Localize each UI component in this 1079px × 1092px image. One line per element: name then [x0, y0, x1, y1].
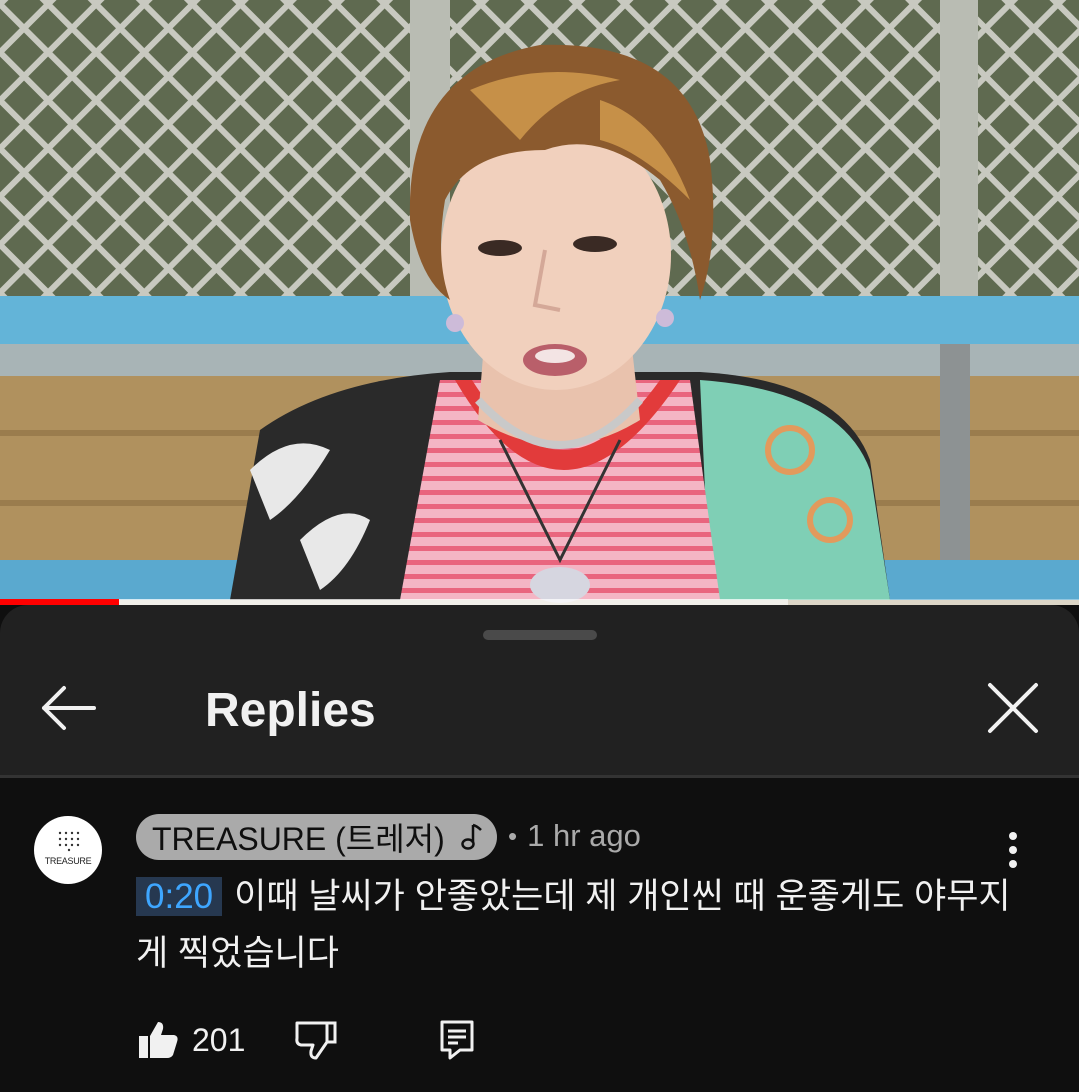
- thumbs-down-icon: [295, 1021, 337, 1060]
- like-button[interactable]: [136, 1018, 180, 1062]
- dislike-button[interactable]: [294, 1018, 338, 1062]
- author-chip[interactable]: TREASURE (트레저): [136, 814, 497, 860]
- reply-button[interactable]: [438, 1018, 476, 1062]
- more-options-button[interactable]: [996, 828, 1030, 872]
- avatar[interactable]: TREASURE: [34, 816, 102, 884]
- comment-icon: [440, 1020, 474, 1060]
- music-note-icon: [461, 823, 482, 850]
- avatar-label: TREASURE: [44, 856, 92, 866]
- close-button[interactable]: [982, 677, 1044, 739]
- drag-handle[interactable]: [483, 630, 597, 640]
- video-frame: [0, 0, 1079, 603]
- replies-panel: Replies TREASURE TREASURE (트레저) • 1 hr a…: [0, 605, 1079, 1092]
- treasure-logo-icon: [58, 831, 80, 852]
- replies-header: Replies: [0, 655, 1079, 775]
- comment-time: 1 hr ago: [527, 818, 641, 853]
- arrow-left-icon: [42, 686, 96, 730]
- meta-separator: •: [508, 820, 518, 851]
- author-name: TREASURE (트레저): [152, 821, 445, 857]
- back-button[interactable]: [38, 677, 100, 739]
- close-icon: [988, 683, 1038, 733]
- more-vert-icon: [1009, 832, 1017, 868]
- comment-actions: 201: [136, 1018, 536, 1068]
- panel-title: Replies: [205, 684, 376, 737]
- video-player[interactable]: [0, 0, 1079, 605]
- comment-text: 이때 날씨가 안좋았는데 제 개인씬 때 운좋게도 야무지게 찍었습니다: [136, 877, 1011, 973]
- timestamp-link[interactable]: 0:20: [136, 877, 223, 916]
- like-count: 201: [192, 1022, 246, 1058]
- comment-item: TREASURE TREASURE (트레저) • 1 hr ago 0:20 이…: [0, 778, 1079, 1092]
- comment-body: 0:20 이때 날씨가 안좋았는데 제 개인씬 때 운좋게도 야무지게 찍었습니다: [136, 868, 1036, 982]
- comment-meta: • 1 hr ago: [508, 818, 641, 854]
- thumbs-up-icon: [139, 1022, 178, 1058]
